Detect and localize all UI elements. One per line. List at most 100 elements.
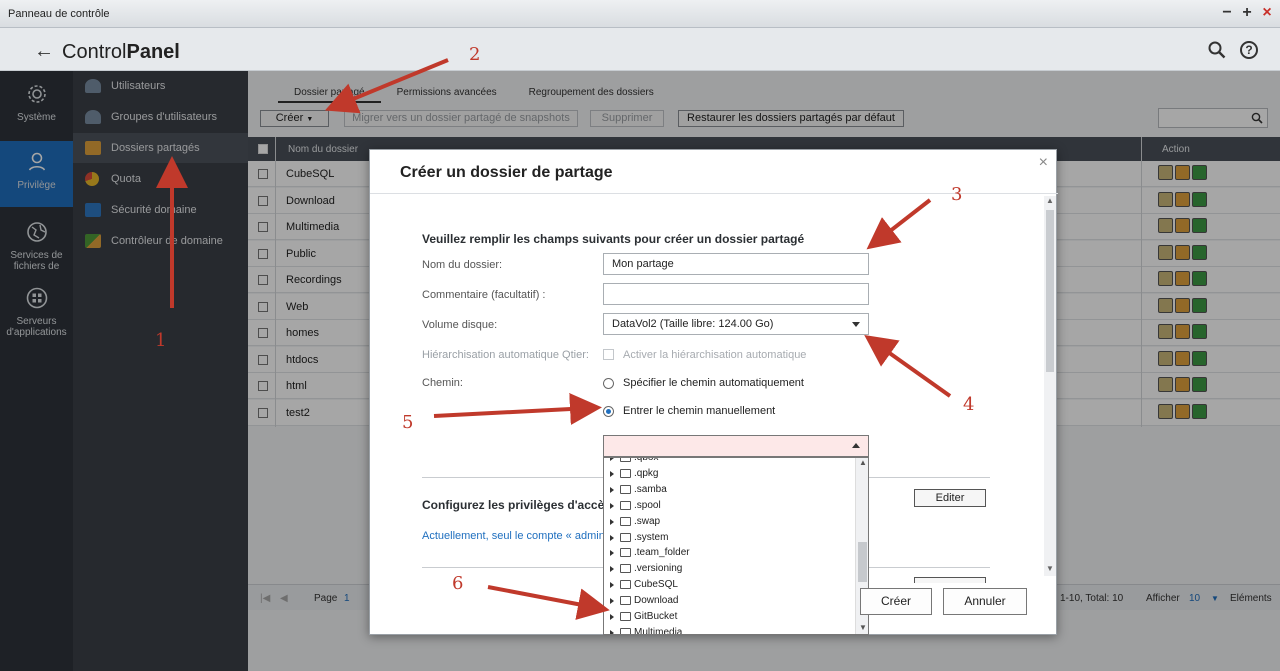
folder-icon xyxy=(620,580,631,590)
folder-tree-dropdown[interactable]: .qbox .qpkg .samba .spool .swap .system .team_… xyxy=(603,457,869,635)
tree-folder-item[interactable]: .qpkg xyxy=(604,466,856,482)
tree-folder-item[interactable]: .swap xyxy=(604,514,856,530)
chevron-down-icon xyxy=(852,322,860,327)
dialog-intro: Veuillez remplir les champs suivants pou… xyxy=(422,232,805,246)
tree-folder-item[interactable]: Download xyxy=(604,593,856,609)
tree-folder-item[interactable]: .versioning xyxy=(604,561,856,577)
edit-button-partial[interactable] xyxy=(914,577,986,583)
expand-arrow-icon[interactable] xyxy=(610,598,614,605)
tree-folder-label: .team_folder xyxy=(634,547,690,559)
annotation-number: 1 xyxy=(155,330,167,351)
expand-arrow-icon[interactable] xyxy=(610,629,614,634)
scroll-down-icon[interactable]: ▼ xyxy=(859,623,867,632)
annotation-number: 4 xyxy=(963,394,975,415)
window-title: Panneau de contrôle xyxy=(8,8,110,20)
tree-folder-item[interactable]: .system xyxy=(604,530,856,546)
expand-arrow-icon[interactable] xyxy=(610,566,614,573)
minimize-button[interactable]: − xyxy=(1220,4,1234,22)
expand-arrow-icon[interactable] xyxy=(610,502,614,509)
tree-folder-label: .versioning xyxy=(634,563,683,575)
edit-privileges-button[interactable]: Editer xyxy=(914,489,986,507)
app-title: ControlPanel xyxy=(62,41,180,64)
create-button[interactable]: Créer xyxy=(860,588,932,615)
expand-arrow-icon[interactable] xyxy=(610,486,614,493)
dialog-title: Créer un dossier de partage xyxy=(400,164,613,181)
scroll-up-icon[interactable]: ▲ xyxy=(859,458,867,467)
scroll-up-icon[interactable]: ▲ xyxy=(1046,196,1054,205)
maximize-button[interactable]: + xyxy=(1240,4,1254,22)
tree-folder-item[interactable]: Multimedia xyxy=(604,625,856,635)
search-icon[interactable] xyxy=(1208,41,1226,59)
privileges-note: Actuellement, seul le compte « admin xyxy=(422,530,605,542)
folder-icon xyxy=(620,596,631,606)
help-icon[interactable]: ? xyxy=(1240,41,1258,59)
comment-label: Commentaire (facultatif) : xyxy=(422,289,546,301)
comment-input[interactable] xyxy=(603,283,869,305)
folder-name-input[interactable]: Mon partage xyxy=(603,253,869,275)
expand-arrow-icon[interactable] xyxy=(610,458,614,461)
expand-arrow-icon[interactable] xyxy=(610,518,614,525)
expand-arrow-icon[interactable] xyxy=(610,582,614,589)
tree-folder-item[interactable]: .team_folder xyxy=(604,545,856,561)
expand-arrow-icon[interactable] xyxy=(610,550,614,557)
path-auto-label: Spécifier le chemin automatiquement xyxy=(623,377,804,389)
privileges-title: Configurez les privilèges d'accès xyxy=(422,498,611,512)
window-controls: − + × xyxy=(1220,4,1274,22)
annotation-number: 5 xyxy=(402,412,414,433)
cancel-button[interactable]: Annuler xyxy=(943,588,1027,615)
app-title-light: Control xyxy=(62,41,127,63)
folder-icon xyxy=(620,458,631,462)
path-input[interactable] xyxy=(603,435,869,457)
tree-folder-label: CubeSQL xyxy=(634,579,678,591)
tree-folder-label: Download xyxy=(634,595,679,607)
folder-icon xyxy=(620,516,631,526)
tree-folder-item[interactable]: .spool xyxy=(604,498,856,514)
volume-label: Volume disque: xyxy=(422,319,498,331)
back-arrow-icon[interactable]: ← xyxy=(34,40,54,63)
tree-folder-label: GitBucket xyxy=(634,611,678,622)
tree-folder-label: .samba xyxy=(634,483,667,495)
tree-folder-item[interactable]: GitBucket xyxy=(604,609,856,625)
folder-icon xyxy=(620,500,631,510)
annotation-number: 3 xyxy=(951,184,963,205)
tree-folder-label: .qpkg xyxy=(634,467,659,479)
close-button[interactable]: × xyxy=(1260,4,1274,22)
folder-name-label: Nom du dossier: xyxy=(422,259,503,271)
close-icon[interactable]: × xyxy=(1039,154,1048,172)
tree-folder-item[interactable]: CubeSQL xyxy=(604,577,856,593)
tree-folder-item[interactable]: .qbox xyxy=(604,457,856,466)
app-title-bold: Panel xyxy=(126,41,180,63)
path-auto-radio[interactable] xyxy=(603,378,614,389)
window-titlebar: Panneau de contrôle − + × xyxy=(0,0,1280,28)
path-manual-label: Entrer le chemin manuellement xyxy=(623,405,776,417)
annotation-number: 6 xyxy=(452,573,464,594)
qtier-label: Hiérarchisation automatique Qtier: xyxy=(422,349,589,361)
dialog-scrollbar[interactable]: ▲ ▼ xyxy=(1044,196,1056,576)
tree-folder-label: Multimedia xyxy=(634,626,683,635)
tree-folder-label: .system xyxy=(634,531,669,543)
folder-icon xyxy=(620,627,631,634)
expand-arrow-icon[interactable] xyxy=(610,470,614,477)
expand-arrow-icon[interactable] xyxy=(610,614,614,620)
path-label: Chemin: xyxy=(422,377,463,389)
volume-select[interactable]: DataVol2 (Taille libre: 124.00 Go) xyxy=(603,313,869,335)
scroll-down-icon[interactable]: ▼ xyxy=(1046,564,1054,573)
annotation-number: 2 xyxy=(469,44,481,65)
tree-folder-label: .swap xyxy=(634,515,661,527)
volume-select-value: DataVol2 (Taille libre: 124.00 Go) xyxy=(612,318,774,330)
folder-icon xyxy=(620,468,631,478)
tree-folder-item[interactable]: .samba xyxy=(604,482,856,498)
folder-icon xyxy=(620,484,631,494)
app-header: ← ControlPanel ? xyxy=(0,28,1280,71)
qtier-checkbox[interactable] xyxy=(603,349,614,360)
qtier-option-label: Activer la hiérarchisation automatique xyxy=(623,349,807,361)
create-shared-folder-dialog: × Créer un dossier de partage Veuillez r… xyxy=(369,149,1058,635)
chevron-up-icon[interactable] xyxy=(852,443,860,448)
expand-arrow-icon[interactable] xyxy=(610,534,614,541)
tree-folder-label: .qbox xyxy=(634,457,659,463)
path-manual-radio[interactable] xyxy=(603,406,614,417)
folder-icon xyxy=(620,612,631,621)
tree-folder-label: .spool xyxy=(634,499,661,511)
folder-icon xyxy=(620,532,631,542)
folder-icon xyxy=(620,564,631,574)
